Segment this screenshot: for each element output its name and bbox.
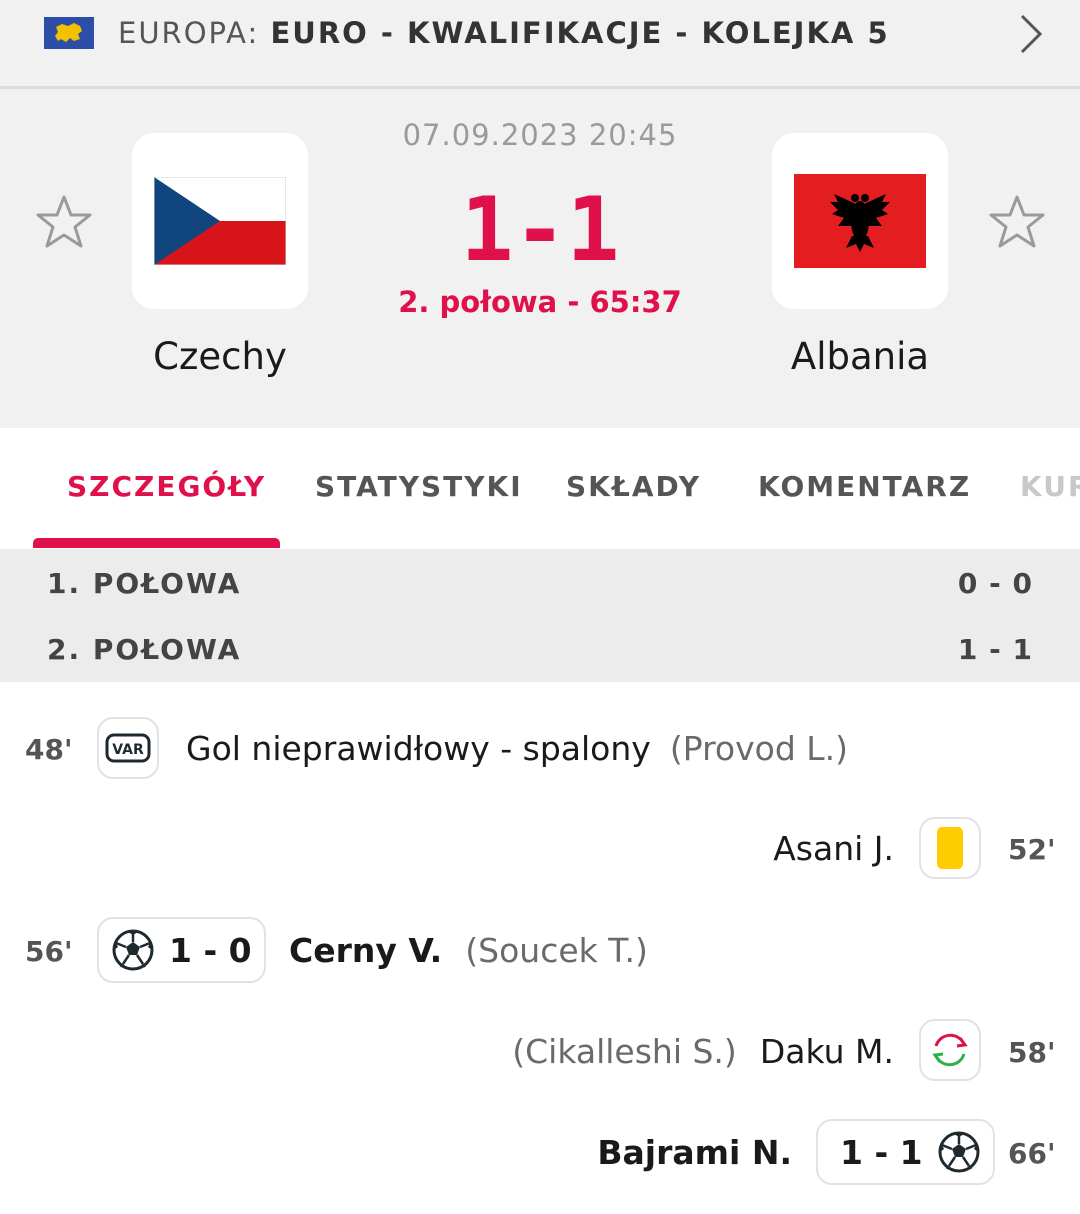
tab-odds[interactable]: KURSY [1020, 470, 1080, 503]
match-status: 2. połowa - 65:37 [398, 285, 682, 319]
tab-details[interactable]: SZCZEGÓŁY [67, 470, 266, 503]
event-assist: (Cikalleshi S.) [512, 1032, 737, 1071]
active-tab-indicator [33, 538, 280, 548]
home-team-logo[interactable] [132, 133, 308, 309]
czech-flag-icon [154, 177, 286, 265]
var-icon: VAR [105, 733, 151, 763]
event-icon-box: VAR [97, 717, 159, 779]
event-score: 1 - 1 [840, 1132, 923, 1172]
event-icon-box [919, 817, 981, 879]
event-minute: 52' [1008, 833, 1056, 866]
chevron-right-icon[interactable] [1012, 10, 1048, 58]
event-score: 1 - 0 [169, 930, 252, 970]
tab-commentary[interactable]: KOMENTARZ [758, 470, 971, 503]
league-competition: EURO - KWALIFIKACJE - KOLEJKA 5 [270, 16, 890, 50]
away-team-name[interactable]: Albania [710, 335, 1010, 378]
event-minute: 56' [25, 935, 73, 968]
period-score: 1 - 1 [957, 633, 1033, 666]
event-row[interactable]: 48' VAR Gol nieprawidłowy - spalony (Pro… [0, 705, 1080, 795]
favorite-home-star-icon[interactable] [34, 193, 94, 253]
svg-text:VAR: VAR [112, 742, 144, 758]
event-player: Bajrami N. [597, 1133, 792, 1172]
match-score: 1-1 [460, 178, 620, 281]
substitution-icon [932, 1033, 968, 1067]
yellow-card-icon [937, 827, 963, 869]
period-label: 2. POŁOWA [47, 633, 242, 666]
match-datetime: 07.09.2023 20:45 [402, 118, 678, 152]
event-description: Gol nieprawidłowy - spalony [186, 729, 651, 768]
tab-statistics[interactable]: STATYSTYKI [315, 470, 523, 503]
event-player: Cerny V. [289, 931, 443, 970]
soccer-ball-icon [938, 1131, 980, 1173]
event-minute: 66' [1008, 1137, 1056, 1170]
event-minute: 58' [1008, 1036, 1056, 1069]
event-assist: (Soucek T.) [465, 931, 648, 970]
league-bar[interactable]: EUROPA: EURO - KWALIFIKACJE - KOLEJKA 5 [0, 0, 1080, 89]
home-team-name[interactable]: Czechy [70, 335, 370, 378]
soccer-ball-icon [112, 929, 154, 971]
albania-flag-icon [794, 174, 926, 268]
event-row[interactable]: 56' 1 - 0 Cerny V. (Soucek T.) [0, 905, 1080, 995]
event-minute: 48' [25, 733, 73, 766]
favorite-away-star-icon[interactable] [987, 193, 1047, 253]
league-region: EUROPA: [118, 16, 260, 50]
europe-flag-icon [44, 17, 94, 49]
event-score-box: 1 - 0 [97, 917, 266, 983]
away-team-logo[interactable] [772, 133, 948, 309]
event-row[interactable]: Asani J. 52' [0, 805, 1080, 895]
tab-lineups[interactable]: SKŁADY [566, 470, 701, 503]
period-label: 1. POŁOWA [47, 567, 242, 600]
event-row[interactable]: Bajrami N. 1 - 1 66' [0, 1107, 1080, 1202]
event-icon-box [919, 1019, 981, 1081]
event-row[interactable]: (Cikalleshi S.) Daku M. 58' [0, 1006, 1080, 1096]
event-assist: (Provod L.) [669, 729, 849, 768]
event-player: Daku M. [759, 1032, 894, 1071]
period-score: 0 - 0 [957, 567, 1033, 600]
event-player: Asani J. [773, 829, 894, 868]
league-title: EUROPA: EURO - KWALIFIKACJE - KOLEJKA 5 [118, 16, 890, 50]
event-score-box: 1 - 1 [816, 1119, 995, 1185]
